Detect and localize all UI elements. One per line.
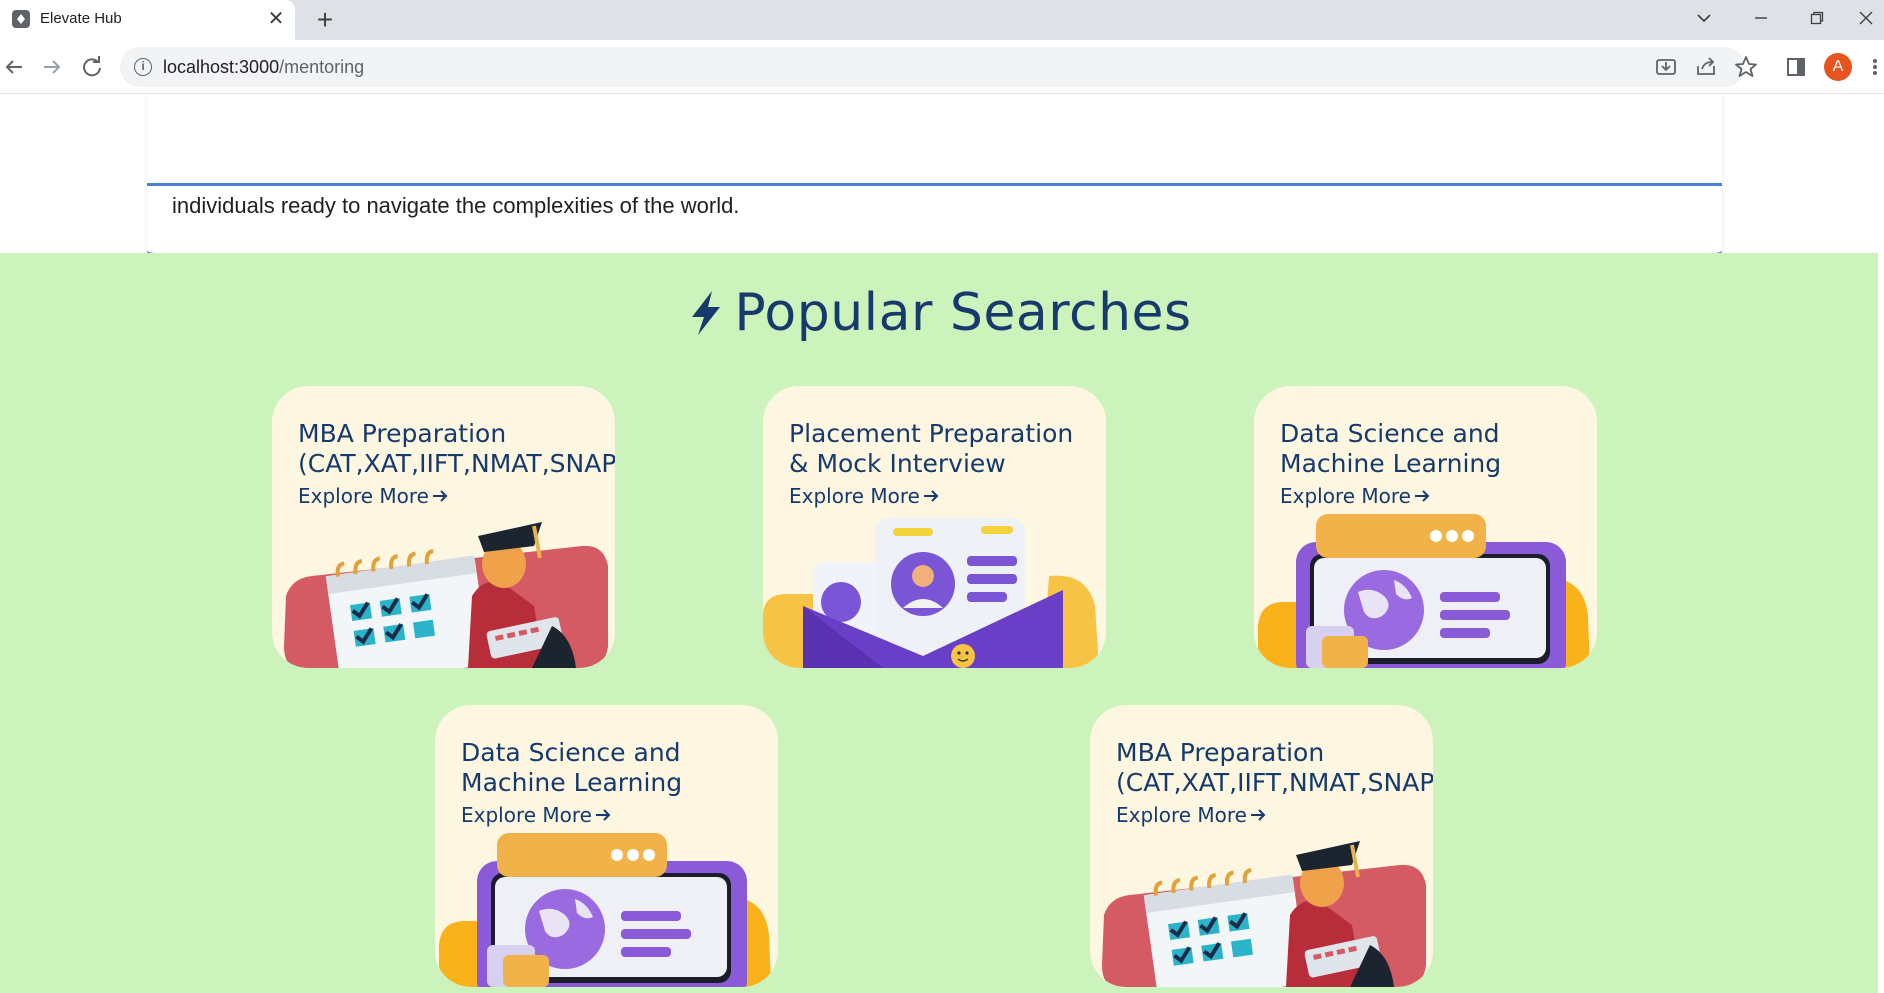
menu-kebab-icon[interactable]	[1870, 53, 1880, 81]
intro-card: individuals ready to navigate the comple…	[147, 95, 1722, 258]
card-title: MBA Preparation (CAT,XAT,IIFT,NMAT,SNAP)	[1116, 738, 1433, 797]
card-title: MBA Preparation (CAT,XAT,IIFT,NMAT,SNAP)	[298, 419, 615, 478]
explore-more-label: Explore More	[298, 484, 429, 508]
forward-arrow-icon[interactable]	[38, 53, 66, 81]
bookmark-star-icon[interactable]	[1732, 53, 1760, 81]
explore-more-label: Explore More	[1280, 484, 1411, 508]
section-divider	[147, 183, 1722, 186]
explore-more-link[interactable]: Explore More	[789, 484, 940, 508]
back-arrow-icon[interactable]	[0, 53, 28, 81]
lightning-bolt-icon	[692, 291, 721, 335]
calendar-graduate-illustration	[284, 522, 608, 668]
explore-more-link[interactable]: Explore More	[1116, 803, 1267, 827]
close-tab-icon[interactable]: ✕	[266, 7, 286, 31]
profile-avatar[interactable]: A	[1824, 53, 1852, 81]
card-title: Data Science and Machine Learning	[1280, 419, 1502, 478]
globe-laptop-illustration	[439, 833, 771, 987]
url-path: /mentoring	[279, 57, 365, 77]
side-panel-icon[interactable]	[1782, 53, 1810, 81]
close-window-icon[interactable]	[1838, 0, 1884, 36]
arrow-right-icon	[433, 490, 448, 502]
explore-more-label: Explore More	[461, 803, 592, 827]
tab-search-icon[interactable]	[1676, 0, 1732, 36]
popular-card-placement[interactable]: Placement Preparation & Mock Interview E…	[763, 386, 1106, 668]
arrow-right-icon	[924, 490, 939, 502]
explore-more-link[interactable]: Explore More	[1280, 484, 1431, 508]
explore-more-link[interactable]: Explore More	[298, 484, 449, 508]
intro-text: individuals ready to navigate the comple…	[172, 193, 740, 218]
arrow-right-icon	[1251, 809, 1266, 821]
popular-card-data-science[interactable]: Data Science and Machine Learning Explor…	[1254, 386, 1597, 668]
browser-toolbar: i localhost:3000/mentoring A	[0, 40, 1884, 94]
popular-card-data-science[interactable]: Data Science and Machine Learning Explor…	[435, 705, 778, 987]
new-tab-icon[interactable]: +	[310, 4, 340, 36]
explore-more-label: Explore More	[789, 484, 920, 508]
profile-envelope-illustration	[763, 518, 1099, 668]
card-title: Data Science and Machine Learning	[461, 738, 683, 797]
popular-card-mba[interactable]: MBA Preparation (CAT,XAT,IIFT,NMAT,SNAP)…	[272, 386, 615, 668]
tab-title: Elevate Hub	[40, 10, 122, 27]
browser-tab[interactable]: Elevate Hub ✕	[0, 0, 295, 40]
explore-more-link[interactable]: Explore More	[461, 803, 612, 827]
popular-searches-section: Popular Searches MBA Preparation (CAT,XA…	[0, 253, 1878, 993]
calendar-graduate-illustration	[1102, 841, 1426, 987]
arrow-right-icon	[596, 809, 611, 821]
address-bar[interactable]: i localhost:3000/mentoring	[120, 47, 1745, 87]
reload-icon[interactable]	[78, 53, 106, 81]
share-icon[interactable]	[1692, 53, 1720, 81]
url-host: localhost:3000	[163, 57, 280, 77]
popular-card-mba[interactable]: MBA Preparation (CAT,XAT,IIFT,NMAT,SNAP)…	[1090, 705, 1433, 987]
site-info-icon[interactable]: i	[134, 58, 152, 76]
globe-laptop-illustration	[1258, 514, 1590, 668]
explore-more-label: Explore More	[1116, 803, 1247, 827]
install-app-icon[interactable]	[1652, 53, 1680, 81]
section-title: Popular Searches	[734, 283, 1192, 343]
restore-icon[interactable]	[1789, 0, 1845, 36]
browser-tab-bar: Elevate Hub ✕ +	[0, 0, 1884, 40]
section-heading: Popular Searches	[0, 283, 1878, 343]
minimize-icon[interactable]	[1733, 0, 1789, 36]
card-title: Placement Preparation & Mock Interview	[789, 419, 1074, 478]
page-viewport: individuals ready to navigate the comple…	[0, 95, 1884, 993]
url-text[interactable]: localhost:3000/mentoring	[163, 57, 364, 78]
arrow-right-icon	[1415, 490, 1430, 502]
favicon-icon	[12, 10, 30, 28]
